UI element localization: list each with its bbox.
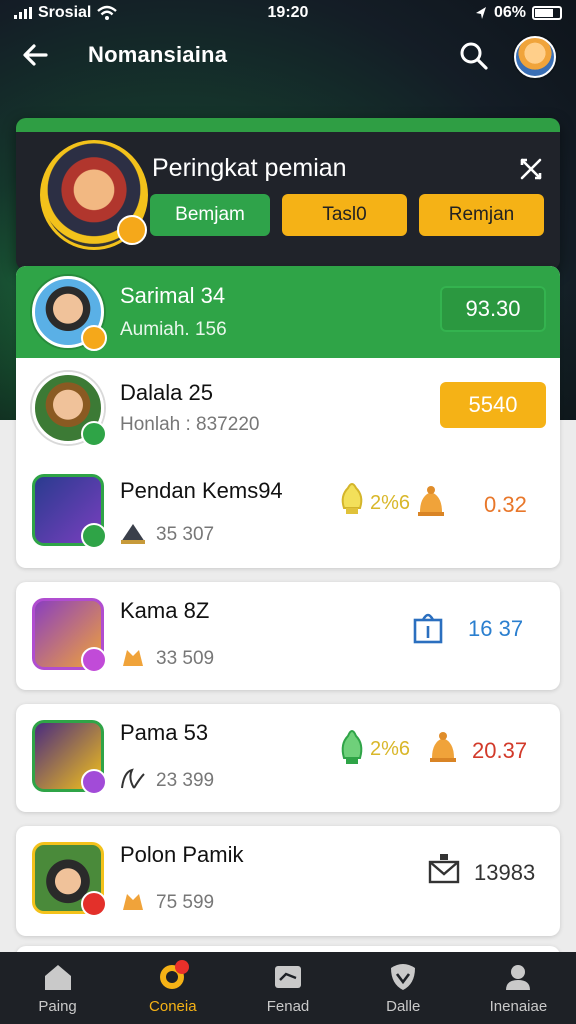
medal-icon [123, 894, 143, 910]
rank-badge-icon [81, 325, 107, 351]
player-sub: 33 509 [156, 648, 215, 669]
trophy-icon [341, 483, 363, 514]
nav-coneia[interactable]: Coneia [115, 952, 230, 1024]
bonus-badge: 2%6 [370, 492, 411, 514]
tab-tasl0[interactable]: Tasl0 [282, 194, 407, 236]
battery-icon [532, 6, 562, 20]
panel-title: Peringkat pemian [152, 154, 347, 182]
player-avatar [32, 598, 107, 673]
rank-badge-icon [81, 421, 107, 447]
player-name: Pama 53 [120, 720, 209, 745]
search-icon[interactable] [458, 40, 490, 72]
player-name: Dalala 25 [120, 380, 213, 405]
bell-icon [430, 732, 456, 762]
player-score: 20.37 [472, 738, 528, 763]
back-arrow-icon[interactable] [18, 38, 52, 72]
bonus-badge: 2%6 [370, 738, 411, 760]
player-sub: Aumiah. 156 [120, 319, 227, 340]
list-item[interactable]: Kama 8Z 33 509 16 37 [16, 582, 560, 690]
player-avatar [32, 842, 107, 917]
player-score: 13983 [474, 860, 536, 885]
player-sub: Honlah : 837220 [120, 414, 260, 435]
rank-badge-icon [81, 647, 107, 673]
nav-paing[interactable]: Paing [0, 952, 115, 1024]
player-avatar [32, 474, 107, 549]
player-score: 16 37 [468, 616, 524, 641]
battery-label: 06% [493, 4, 526, 21]
page-title: Nomansiaina [88, 42, 228, 67]
nav-label: Paing [38, 998, 77, 1015]
panel-strip [16, 118, 560, 132]
player-avatar [32, 276, 107, 351]
user-avatar[interactable] [514, 36, 556, 78]
card-icon [275, 966, 301, 988]
potion-icon [341, 730, 363, 764]
player-sub: 35 307 [156, 524, 215, 545]
rank-badge-icon [81, 891, 107, 917]
player-sub: 23 399 [156, 770, 215, 791]
nav-label: Inenaiae [489, 998, 548, 1015]
location-icon [475, 7, 486, 19]
leaderboard-header-panel: Peringkat pemian Bemjam Tasl0 Remjan [16, 118, 560, 270]
player-name: Pendan Kems94 [120, 478, 283, 503]
player-avatar-large [40, 140, 148, 250]
leaderboard-card-top: Sarimal 34 Aumiah. 156 93.30 Dalala 25 H… [16, 266, 560, 568]
rank-badge-icon [81, 769, 107, 795]
user-icon [506, 965, 531, 990]
list-item[interactable]: Polon Pamik 75 599 13983 [16, 826, 560, 936]
nav-label: Coneia [149, 998, 197, 1015]
horn-icon [121, 768, 145, 789]
nav-dalle[interactable]: Dalle [346, 952, 461, 1024]
notification-dot [175, 960, 190, 974]
nav-inenaiae[interactable]: Inenaiae [461, 952, 576, 1024]
table-row[interactable]: Sarimal 34 Aumiah. 156 93.30 [16, 266, 560, 358]
helmet-icon [121, 524, 145, 544]
tab-remjan[interactable]: Remjan [419, 194, 544, 236]
filter-tabs: Bemjam Tasl0 Remjan [150, 194, 544, 236]
player-avatar [32, 720, 107, 795]
rank-badge-icon [81, 523, 107, 549]
tab-bemjam[interactable]: Bemjam [150, 194, 270, 236]
score-pill: 93.30 [440, 286, 546, 332]
status-right: 06% [474, 4, 562, 22]
medal-icon [123, 650, 143, 666]
bag-icon [413, 613, 443, 644]
rank-badge-icon [117, 215, 147, 245]
close-icon[interactable] [518, 156, 544, 182]
score-pill: 5540 [440, 382, 546, 428]
top-nav: Nomansiaina [0, 30, 576, 80]
nav-label: Fenad [266, 998, 310, 1015]
status-bar: Srosial 19:20 06% [0, 0, 576, 26]
shield-icon [391, 964, 416, 990]
mail-icon [428, 854, 460, 884]
player-name: Sarimal 34 [120, 283, 226, 308]
nav-fenad[interactable]: Fenad [230, 952, 345, 1024]
player-sub: 75 599 [156, 892, 215, 913]
player-avatar [32, 372, 107, 447]
table-row[interactable]: Dalala 25 Honlah : 837220 5540 [16, 358, 560, 454]
player-name: Kama 8Z [120, 598, 210, 623]
nav-label: Dalle [386, 998, 421, 1015]
home-icon [44, 965, 71, 990]
bottom-nav: Paing Coneia Fenad Dalle Inenaiae [0, 952, 576, 1024]
table-row[interactable]: Pendan Kems94 35 307 2%6 0.32 [16, 462, 560, 562]
bell-icon [418, 486, 444, 516]
player-name: Polon Pamik [120, 842, 244, 867]
player-score: 0.32 [484, 492, 527, 517]
list-item[interactable]: Pama 53 23 399 2%6 20.37 [16, 704, 560, 812]
